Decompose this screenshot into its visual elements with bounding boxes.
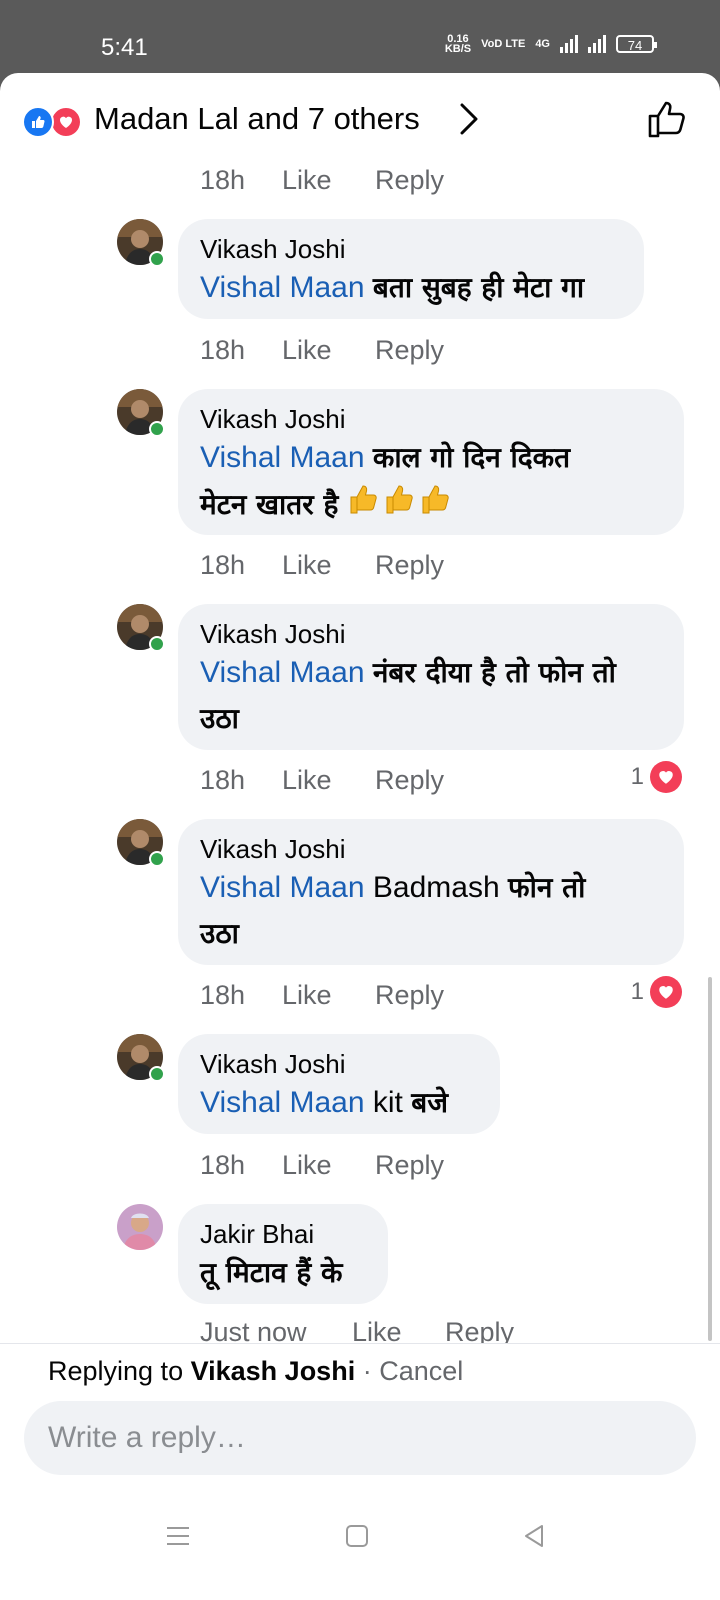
comment-author[interactable]: Jakir Bhai	[200, 1218, 364, 1250]
comment-reply-button[interactable]: Reply	[375, 550, 495, 581]
avatar[interactable]	[117, 819, 165, 867]
thumbs-up-icon	[648, 101, 685, 138]
comments-sheet: Madan Lal and 7 others 18h Like Reply Vi…	[0, 73, 720, 1600]
square-icon	[346, 1525, 368, 1547]
comment-like-button[interactable]: Like	[282, 1150, 375, 1181]
signal-4g-label: 4G	[535, 38, 550, 50]
comment-author[interactable]: Vikash Joshi	[200, 1048, 476, 1080]
mention-link[interactable]: Vishal Maan	[200, 871, 365, 904]
scrollbar[interactable]	[708, 977, 712, 1341]
system-navigation-bar	[0, 1512, 720, 1572]
reaction-count: 1	[630, 763, 644, 790]
love-icon	[50, 106, 82, 138]
back-button[interactable]	[522, 1524, 546, 1553]
comment-reply-button[interactable]: Reply	[375, 765, 495, 796]
avatar[interactable]	[117, 219, 165, 267]
like-post-button[interactable]	[646, 97, 690, 146]
comment-reply-button[interactable]: Reply	[375, 165, 495, 196]
comment-actions: 18h Like Reply	[200, 980, 495, 1011]
comment-author[interactable]: Vikash Joshi	[200, 618, 660, 650]
comment-bubble[interactable]: Vikash Joshi Vishal Maan Badmash फोन तो उ…	[178, 819, 684, 965]
comment-text: Vishal Maan बता सुबह ही मेटा गा	[200, 271, 585, 304]
status-icons: 0.16 KB/S VoD LTE 4G 74	[444, 33, 657, 55]
mention-link[interactable]: Vishal Maan	[200, 656, 365, 689]
comment-text: तू मिटाव हैं के	[200, 1256, 343, 1289]
comment-time: 18h	[200, 335, 246, 365]
comment-actions: 18h Like Reply	[200, 550, 495, 581]
comment-author[interactable]: Vikash Joshi	[200, 403, 660, 435]
comment-like-button[interactable]: Like	[282, 980, 375, 1011]
reply-composer: Replying to Vikash Joshi · Cancel Write …	[0, 1343, 720, 1600]
avatar[interactable]	[117, 1204, 163, 1250]
signal-icon	[560, 35, 578, 53]
reaction-count: 1	[630, 978, 644, 1005]
cancel-reply-button[interactable]: Cancel	[379, 1356, 463, 1386]
comment-author[interactable]: Vikash Joshi	[200, 833, 660, 865]
comment-reaction-count[interactable]: 1	[631, 761, 682, 793]
online-status-dot	[149, 421, 165, 437]
comment-reply-button[interactable]: Reply	[375, 980, 495, 1011]
battery-icon: 74	[616, 35, 657, 53]
comment-bubble[interactable]: Vikash Joshi Vishal Maan बता सुबह ही मेट…	[178, 219, 644, 319]
comment-actions: 18h Like Reply	[200, 765, 495, 796]
love-icon	[650, 976, 682, 1008]
comment-like-button[interactable]: Like	[282, 550, 375, 581]
replying-to-name: Vikash Joshi	[190, 1356, 356, 1386]
status-time: 5:41	[101, 34, 148, 61]
like-icon	[22, 106, 54, 138]
reply-input[interactable]: Write a reply…	[24, 1401, 696, 1475]
comment-text: Vishal Maan नंबर दीया है तो फोन तो उठा	[200, 656, 616, 735]
love-icon	[650, 761, 682, 793]
comment-actions: 18h Like Reply	[200, 1150, 495, 1181]
online-status-dot	[149, 636, 165, 652]
online-status-dot	[149, 251, 165, 267]
comment-bubble[interactable]: Jakir Bhai तू मिटाव हैं के	[178, 1204, 388, 1304]
comment-time: 18h	[200, 765, 246, 795]
comments-list[interactable]: 18h Like Reply Vikash Joshi Vishal Maan …	[0, 165, 720, 1443]
avatar[interactable]	[117, 1034, 165, 1082]
comment-time: 18h	[200, 1150, 246, 1180]
comment-like-button[interactable]: Like	[282, 165, 375, 196]
menu-icon	[167, 1527, 189, 1545]
comment-text: Vishal Maan kit बजे	[200, 1086, 448, 1119]
comment-text: Vishal Maan Badmash फोन तो उठा	[200, 871, 586, 950]
signal-icon-2	[588, 35, 606, 53]
network-type: VoD LTE	[481, 38, 526, 50]
thumbs-up-emoji-icon	[347, 481, 451, 531]
network-speed: 0.16 KB/S	[444, 33, 472, 55]
comment-text: Vishal Maan काल गो दिन दिकत मेटन खातर है	[200, 435, 660, 531]
comment-reply-button[interactable]: Reply	[375, 335, 495, 366]
avatar[interactable]	[117, 604, 165, 652]
home-button[interactable]	[345, 1524, 369, 1553]
reactions-header[interactable]: Madan Lal and 7 others	[0, 73, 720, 165]
status-bar: 5:41 0.16 KB/S VoD LTE 4G 74	[0, 0, 720, 72]
mention-link[interactable]: Vishal Maan	[200, 271, 365, 304]
online-status-dot	[149, 851, 165, 867]
comment-time: 18h	[200, 165, 246, 195]
comment-reaction-count[interactable]: 1	[631, 976, 682, 1008]
mention-link[interactable]: Vishal Maan	[200, 441, 365, 474]
replying-to-label: Replying to Vikash Joshi · Cancel	[48, 1356, 464, 1386]
comment-author[interactable]: Vikash Joshi	[200, 233, 620, 265]
comment-bubble[interactable]: Vikash Joshi Vishal Maan काल गो दिन दिकत…	[178, 389, 684, 535]
comment-bubble[interactable]: Vikash Joshi Vishal Maan kit बजे	[178, 1034, 500, 1134]
avatar[interactable]	[117, 389, 165, 437]
comment-time: 18h	[200, 550, 246, 580]
comment-reply-button[interactable]: Reply	[375, 1150, 495, 1181]
comment-actions: 18h Like Reply	[200, 165, 495, 196]
comment-time: 18h	[200, 980, 246, 1010]
back-triangle-icon	[525, 1525, 543, 1547]
chevron-right-icon[interactable]	[458, 101, 480, 142]
online-status-dot	[149, 1066, 165, 1082]
mention-link[interactable]: Vishal Maan	[200, 1086, 365, 1119]
recent-apps-button[interactable]	[166, 1524, 190, 1553]
reactions-title[interactable]: Madan Lal and 7 others	[94, 101, 420, 137]
comment-like-button[interactable]: Like	[282, 335, 375, 366]
comment-bubble[interactable]: Vikash Joshi Vishal Maan नंबर दीया है तो…	[178, 604, 684, 750]
comment-like-button[interactable]: Like	[282, 765, 375, 796]
comment-actions: 18h Like Reply	[200, 335, 495, 366]
reaction-summary[interactable]	[22, 106, 88, 138]
